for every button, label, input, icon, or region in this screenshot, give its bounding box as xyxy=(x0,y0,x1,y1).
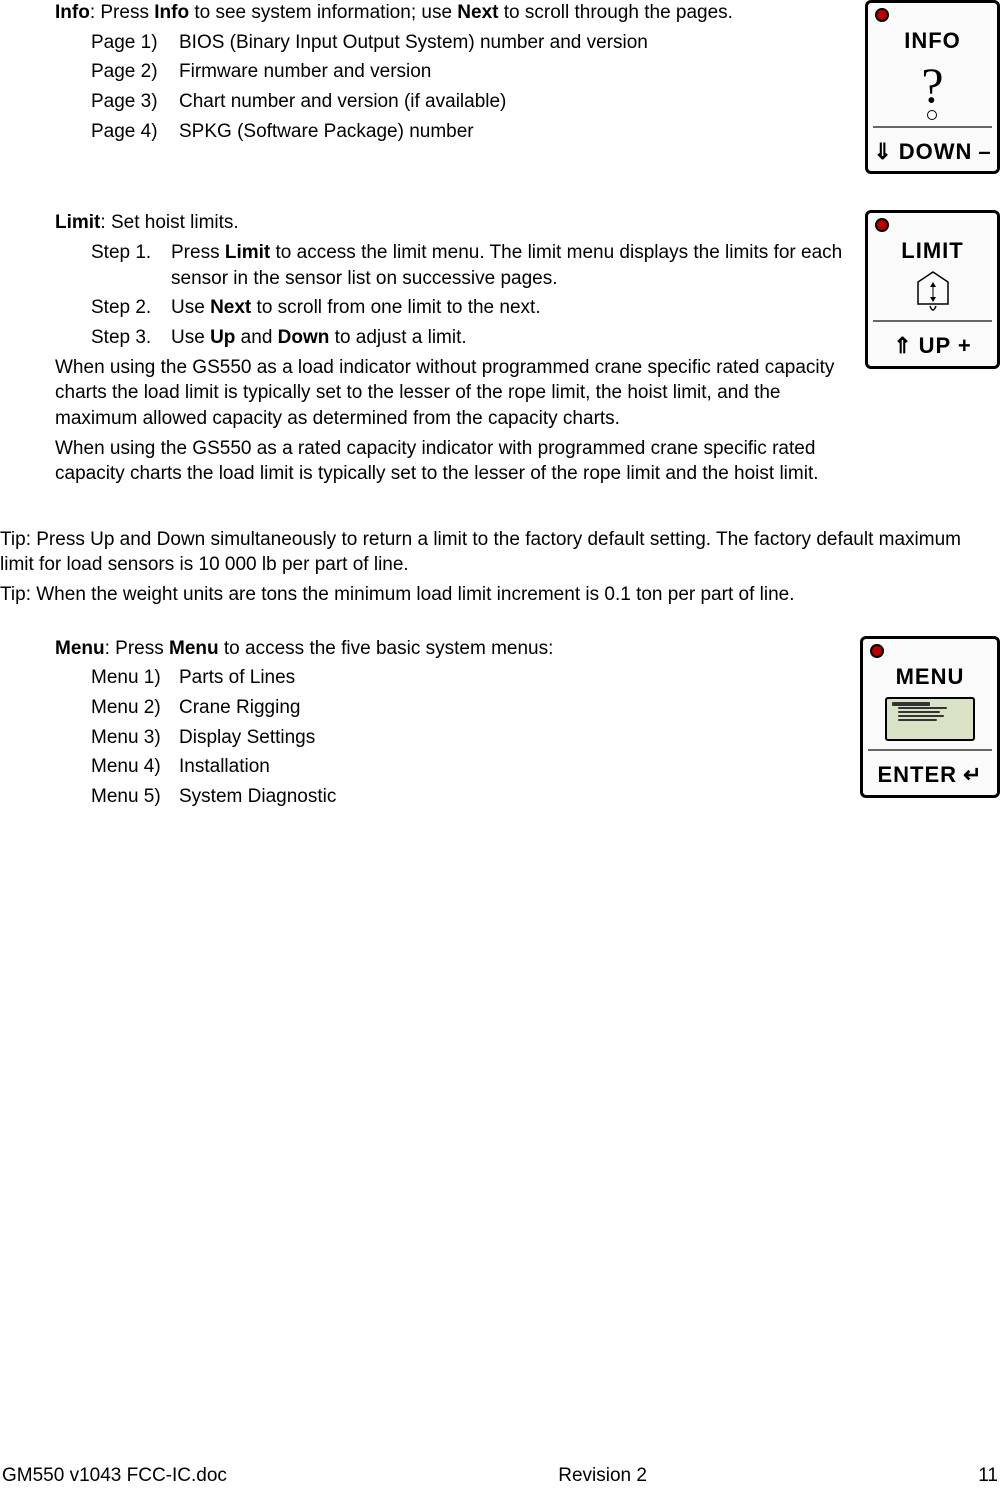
info-button-figure: INFO ? ⇓ DOWN – xyxy=(865,0,1000,174)
menu-item: Menu 4)Installation xyxy=(91,754,848,780)
screen-icon xyxy=(885,697,975,741)
led-icon xyxy=(870,644,884,658)
limit-title: Limit xyxy=(55,212,100,233)
info-page-item: Page 1)BIOS (Binary Input Output System)… xyxy=(91,30,853,56)
menu-button-figure: MENU ENTER ↵ xyxy=(860,636,1000,798)
tip-2: Tip: When the weight units are tons the … xyxy=(0,582,1000,608)
arrow-down-icon: ⇓ xyxy=(873,137,892,167)
info-title: Info xyxy=(55,2,90,23)
info-page-item: Page 2)Firmware number and version xyxy=(91,59,853,85)
question-icon: ? xyxy=(921,60,943,110)
arrow-up-icon: ⇑ xyxy=(893,331,912,361)
page-footer: GM550 v1043 FCC-IC.doc Revision 2 11 xyxy=(0,1463,1000,1489)
footer-filename: GM550 v1043 FCC-IC.doc xyxy=(2,1463,227,1489)
info-intro: Info: Press Info to see system informati… xyxy=(55,0,853,26)
menu-item: Menu 1)Parts of Lines xyxy=(91,665,848,691)
limit-step: Step 1. Press Limit to access the limit … xyxy=(91,240,853,291)
info-page-item: Page 4)SPKG (Software Package) number xyxy=(91,119,853,145)
menu-item: Menu 5)System Diagnostic xyxy=(91,784,848,810)
limit-para2: When using the GS550 as a rated capacity… xyxy=(55,436,853,487)
info-page-item: Page 3)Chart number and version (if avai… xyxy=(91,89,853,115)
menu-item: Menu 2)Crane Rigging xyxy=(91,695,848,721)
hook-icon xyxy=(908,270,958,314)
tip-1: Tip: Press Up and Down simultaneously to… xyxy=(0,527,1000,578)
footer-page-number: 11 xyxy=(978,1463,998,1489)
footer-revision: Revision 2 xyxy=(558,1463,647,1489)
menu-item: Menu 3)Display Settings xyxy=(91,725,848,751)
limit-para1: When using the GS550 as a load indicator… xyxy=(55,355,853,432)
led-icon xyxy=(875,218,889,232)
limit-intro: Limit: Set hoist limits. xyxy=(55,210,853,236)
led-icon xyxy=(875,8,889,22)
enter-arrow-icon: ↵ xyxy=(963,760,982,790)
limit-button-figure: LIMIT ⇑ UP + xyxy=(865,210,1000,368)
menu-intro: Menu: Press Menu to access the five basi… xyxy=(55,636,848,662)
limit-step: Step 2. Use Next to scroll from one limi… xyxy=(91,295,853,321)
menu-title: Menu xyxy=(55,638,105,659)
dot-icon xyxy=(927,110,937,120)
limit-step: Step 3. Use Up and Down to adjust a limi… xyxy=(91,325,853,351)
